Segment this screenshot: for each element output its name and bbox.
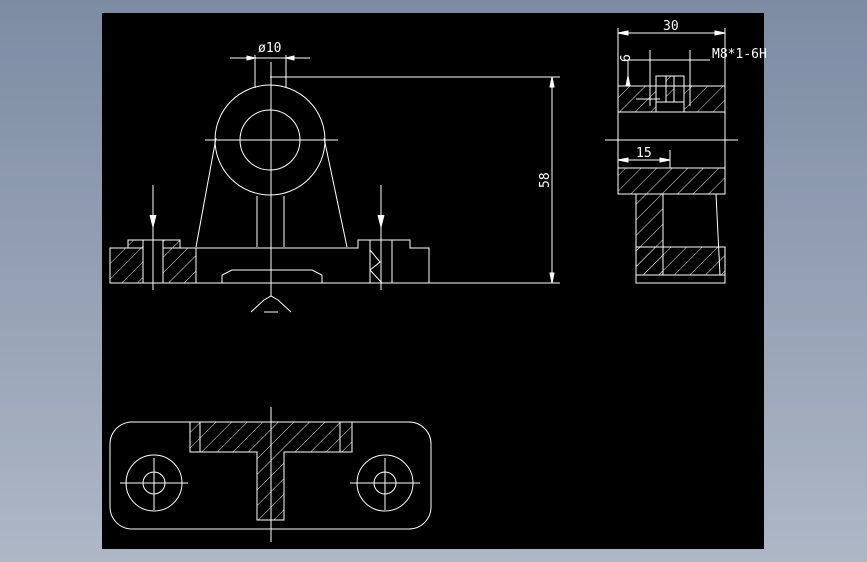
dim-side-offset-label: 15: [636, 146, 652, 161]
side-base-section: [617, 167, 726, 195]
dimension-diameter: ø10: [230, 41, 310, 88]
left-section-hatch: [109, 247, 144, 284]
dim-thread-depth-label: 6: [619, 54, 634, 62]
cad-drawing: ø10 58 30 6 M8*1-6H 15: [109, 19, 767, 542]
dim-height-label: 58: [538, 172, 553, 188]
dim-thread-spec-label: M8*1-6H: [712, 47, 767, 62]
side-view: [605, 50, 738, 284]
dimension-height: 58: [270, 76, 560, 284]
dimension-thread: 6 M8*1-6H: [619, 47, 767, 87]
dim-side-width-label: 30: [663, 19, 679, 34]
right-section-hatch: [162, 247, 197, 284]
dim-diameter-label: ø10: [258, 41, 281, 56]
right-support-edge: [323, 137, 348, 248]
dimension-side-offset: 15: [617, 146, 671, 168]
cad-drawing-canvas[interactable]: ø10 58 30 6 M8*1-6H 15: [102, 13, 767, 549]
left-support-edge: [195, 137, 217, 248]
top-view: [109, 407, 432, 542]
top-t-section: [189, 421, 353, 521]
front-view: [109, 62, 430, 313]
